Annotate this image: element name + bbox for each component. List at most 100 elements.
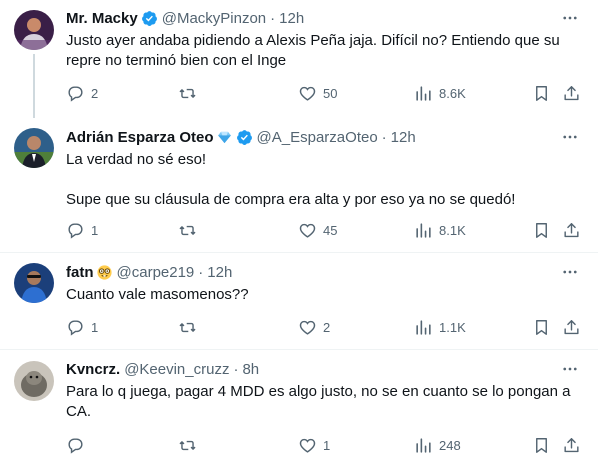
- like-icon: [298, 436, 317, 455]
- tweet-header: Mr. Macky @MackyPinzon · 12h: [66, 8, 304, 28]
- views-button[interactable]: 8.6K: [414, 83, 466, 103]
- reply-button[interactable]: 1: [66, 220, 98, 240]
- tweet-text: Para lo q juega, pagar 4 MDD es algo jus…: [66, 382, 576, 422]
- bookmark-icon: [532, 436, 551, 455]
- reply-icon: [66, 84, 85, 103]
- user-handle[interactable]: @MackyPinzon: [162, 10, 266, 27]
- display-name[interactable]: Kvncrz.: [66, 361, 120, 378]
- reply-count: 2: [91, 85, 99, 101]
- bookmark-button[interactable]: [532, 220, 551, 240]
- avatar[interactable]: [14, 361, 54, 401]
- tweet[interactable]: Adrián Esparza Oteo @A_EsparzaOteo · 12h…: [0, 118, 598, 253]
- share-button[interactable]: [562, 435, 581, 455]
- display-name[interactable]: Adrián Esparza Oteo: [66, 129, 214, 146]
- like-button[interactable]: 1: [298, 435, 330, 455]
- tweet-header: Kvncrz. @Keevin_cruzz · 8h: [66, 359, 259, 379]
- views-button[interactable]: 1.1K: [414, 317, 466, 337]
- more-icon[interactable]: [560, 359, 580, 379]
- retweet-button[interactable]: [178, 83, 203, 103]
- reply-icon: [66, 436, 85, 455]
- views-count: 248: [439, 437, 461, 453]
- display-name[interactable]: fatn: [66, 264, 94, 281]
- reply-button[interactable]: 1: [66, 317, 98, 337]
- reply-icon: [66, 318, 85, 337]
- like-button[interactable]: 50: [298, 83, 337, 103]
- avatar[interactable]: [14, 10, 54, 50]
- tweet-text: La verdad no sé eso! Supe que su cláusul…: [66, 150, 576, 210]
- avatar[interactable]: [14, 128, 54, 168]
- share-button[interactable]: [562, 220, 581, 240]
- tweet[interactable]: Kvncrz. @Keevin_cruzz · 8h Para lo q jue…: [0, 350, 598, 473]
- bookmark-icon: [532, 84, 551, 103]
- verified-badge-icon: [141, 10, 158, 27]
- views-icon: [414, 318, 433, 337]
- share-icon: [562, 84, 581, 103]
- like-button[interactable]: 45: [298, 220, 337, 240]
- reply-count: 1: [91, 222, 99, 238]
- tweet[interactable]: fatn @carpe219 · 12h Cuanto vale masomen…: [0, 253, 598, 350]
- share-button[interactable]: [562, 317, 581, 337]
- verified-badge-icon: [236, 129, 253, 146]
- tweet-text-line: [66, 170, 576, 190]
- views-icon: [414, 221, 433, 240]
- avatar[interactable]: [14, 263, 54, 303]
- user-handle[interactable]: @carpe219: [117, 264, 195, 281]
- reply-button[interactable]: [66, 435, 91, 455]
- action-bar: 1 45 8.1K: [66, 220, 586, 240]
- tweet-text-line: Cuanto vale masomenos??: [66, 286, 249, 303]
- views-icon: [414, 84, 433, 103]
- views-count: 8.1K: [439, 222, 466, 238]
- views-button[interactable]: 248: [414, 435, 461, 455]
- views-button[interactable]: 8.1K: [414, 220, 466, 240]
- separator: ·: [381, 128, 387, 146]
- reply-button[interactable]: 2: [66, 83, 98, 103]
- retweet-icon: [178, 221, 197, 240]
- tweet-header: Adrián Esparza Oteo @A_EsparzaOteo · 12h: [66, 127, 416, 147]
- action-bar: 2 50 8.6K: [66, 83, 586, 103]
- more-icon[interactable]: [560, 127, 580, 147]
- views-icon: [414, 436, 433, 455]
- reply-count: 1: [91, 319, 99, 335]
- thread-line: [33, 54, 35, 118]
- like-icon: [298, 221, 317, 240]
- tweet-header: fatn @carpe219 · 12h: [66, 262, 232, 282]
- like-icon: [298, 84, 317, 103]
- bookmark-button[interactable]: [532, 317, 551, 337]
- tweet-text-line: Supe que su cláusula de compra era alta …: [66, 191, 516, 208]
- tweet-text-line: La verdad no sé eso!: [66, 151, 207, 168]
- retweet-button[interactable]: [178, 435, 203, 455]
- share-button[interactable]: [562, 83, 581, 103]
- nerd-face-icon: [96, 264, 113, 281]
- action-bar: 1 2 1.1K: [66, 317, 586, 337]
- like-button[interactable]: 2: [298, 317, 330, 337]
- bookmark-icon: [532, 318, 551, 337]
- bookmark-icon: [532, 221, 551, 240]
- separator: ·: [233, 360, 239, 378]
- timestamp[interactable]: 8h: [242, 361, 259, 378]
- user-handle[interactable]: @Keevin_cruzz: [124, 361, 229, 378]
- views-count: 1.1K: [439, 319, 466, 335]
- action-bar: 1 248: [66, 435, 586, 455]
- more-icon[interactable]: [560, 8, 580, 28]
- bookmark-button[interactable]: [532, 83, 551, 103]
- user-handle[interactable]: @A_EsparzaOteo: [257, 129, 378, 146]
- bookmark-button[interactable]: [532, 435, 551, 455]
- timestamp[interactable]: 12h: [391, 129, 416, 146]
- tweet-text-line: Justo ayer andaba pidiendo a Alexis Peña…: [66, 32, 560, 49]
- retweet-button[interactable]: [178, 317, 203, 337]
- tweet[interactable]: Mr. Macky @MackyPinzon · 12h Justo ayer …: [0, 0, 598, 118]
- timestamp[interactable]: 12h: [207, 264, 232, 281]
- tweet-text-line: CA.: [66, 403, 92, 420]
- retweet-button[interactable]: [178, 220, 203, 240]
- like-count: 50: [323, 85, 338, 101]
- tweet-text-line: repre no terminó bien con el Inge: [66, 52, 287, 69]
- reply-icon: [66, 221, 85, 240]
- retweet-icon: [178, 436, 197, 455]
- like-count: 2: [323, 319, 331, 335]
- timestamp[interactable]: 12h: [279, 10, 304, 27]
- more-icon[interactable]: [560, 262, 580, 282]
- tweet-text: Cuanto vale masomenos??: [66, 285, 576, 305]
- retweet-icon: [178, 84, 197, 103]
- like-count: 1: [323, 437, 331, 453]
- display-name[interactable]: Mr. Macky: [66, 10, 138, 27]
